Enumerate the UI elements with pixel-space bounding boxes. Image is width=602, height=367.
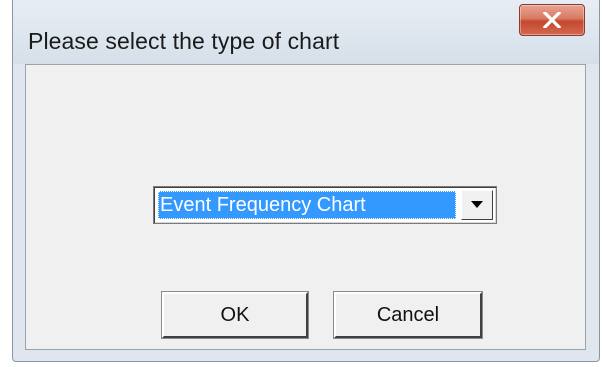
dialog-title: Please select the type of chart [28,28,340,54]
dropdown-arrow-button[interactable] [461,190,493,220]
dialog-window: Please select the type of chart Event Fr… [12,0,600,362]
close-button[interactable] [519,4,585,36]
dialog-body: Event Frequency Chart OK Cancel [25,64,586,350]
chart-type-selected-text: Event Frequency Chart [160,194,366,216]
title-bar[interactable]: Please select the type of chart [13,0,599,64]
chart-type-selected-value[interactable]: Event Frequency Chart [158,191,456,219]
ok-button[interactable]: OK [162,292,308,338]
close-icon [543,12,561,28]
dropdown-arrow-icon [471,201,483,208]
chart-type-dropdown[interactable]: Event Frequency Chart [153,186,497,224]
cancel-button[interactable]: Cancel [334,292,482,338]
